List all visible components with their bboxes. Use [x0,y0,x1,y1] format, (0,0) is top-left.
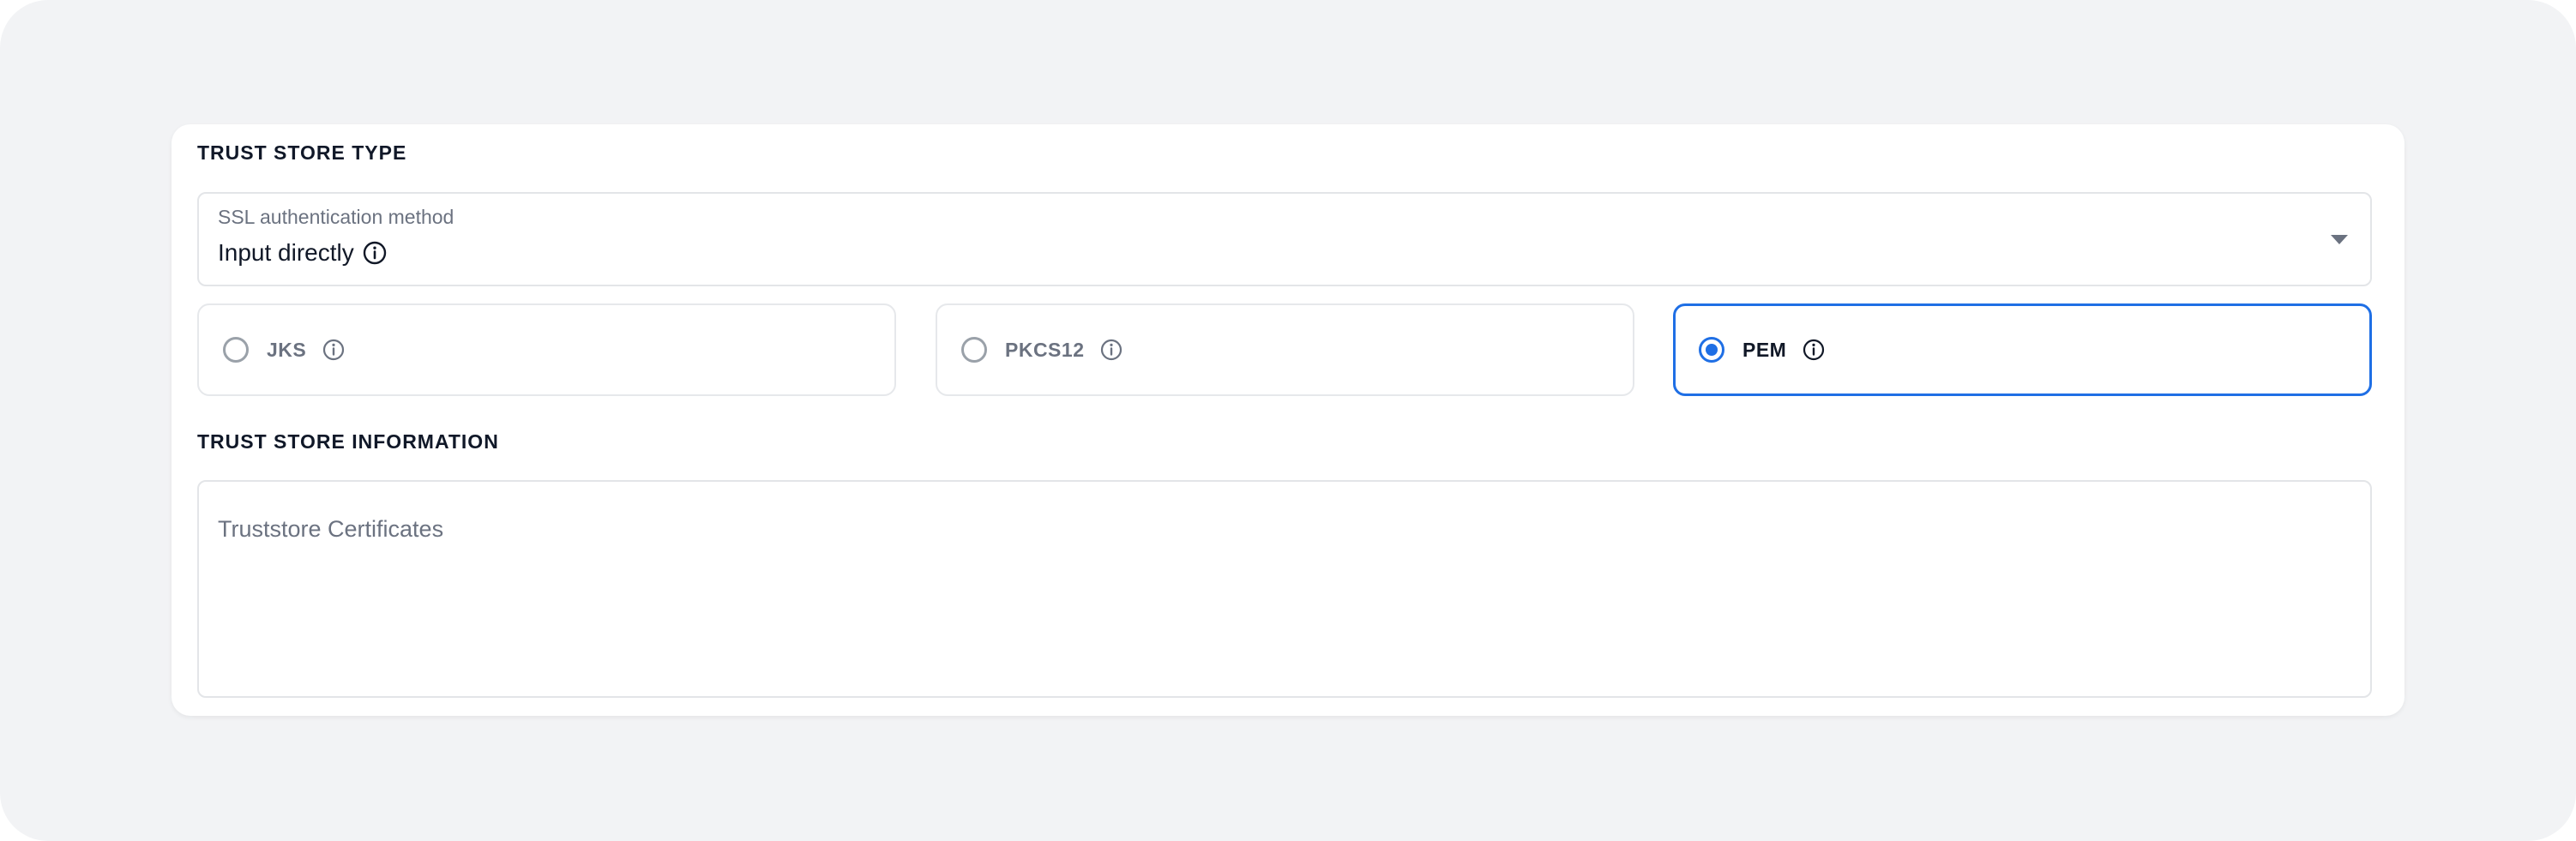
option-pem[interactable]: PEM [1673,303,2372,396]
ssl-auth-method-select[interactable]: SSL authentication method Input directly [197,192,2372,286]
radio-jks[interactable] [223,337,249,363]
trust-store-type-heading: TRUST STORE TYPE [197,141,407,164]
option-pem-label: PEM [1742,338,1787,361]
truststore-certificates-placeholder: Truststore Certificates [218,516,444,542]
option-pkcs12-label: PKCS12 [1005,338,1085,361]
option-jks[interactable]: JKS [197,303,896,396]
option-pkcs12[interactable]: PKCS12 [936,303,1634,396]
ssl-auth-method-value-row: Input directly [218,239,387,267]
info-icon[interactable] [1802,338,1826,362]
info-icon[interactable] [363,241,387,265]
trust-store-information-heading: TRUST STORE INFORMATION [197,430,499,453]
info-icon[interactable] [1099,338,1123,362]
trust-store-card: TRUST STORE TYPE SSL authentication meth… [172,124,2404,716]
option-jks-label: JKS [267,338,307,361]
ssl-auth-method-value: Input directly [218,239,354,266]
truststore-certificates-textarea[interactable]: Truststore Certificates [197,480,2372,698]
radio-pem[interactable] [1699,337,1724,363]
info-icon[interactable] [322,338,346,362]
ssl-auth-method-label: SSL authentication method [218,206,454,228]
page-background: TRUST STORE TYPE SSL authentication meth… [0,0,2576,841]
chevron-down-icon[interactable] [2331,235,2348,244]
radio-pkcs12[interactable] [961,337,987,363]
